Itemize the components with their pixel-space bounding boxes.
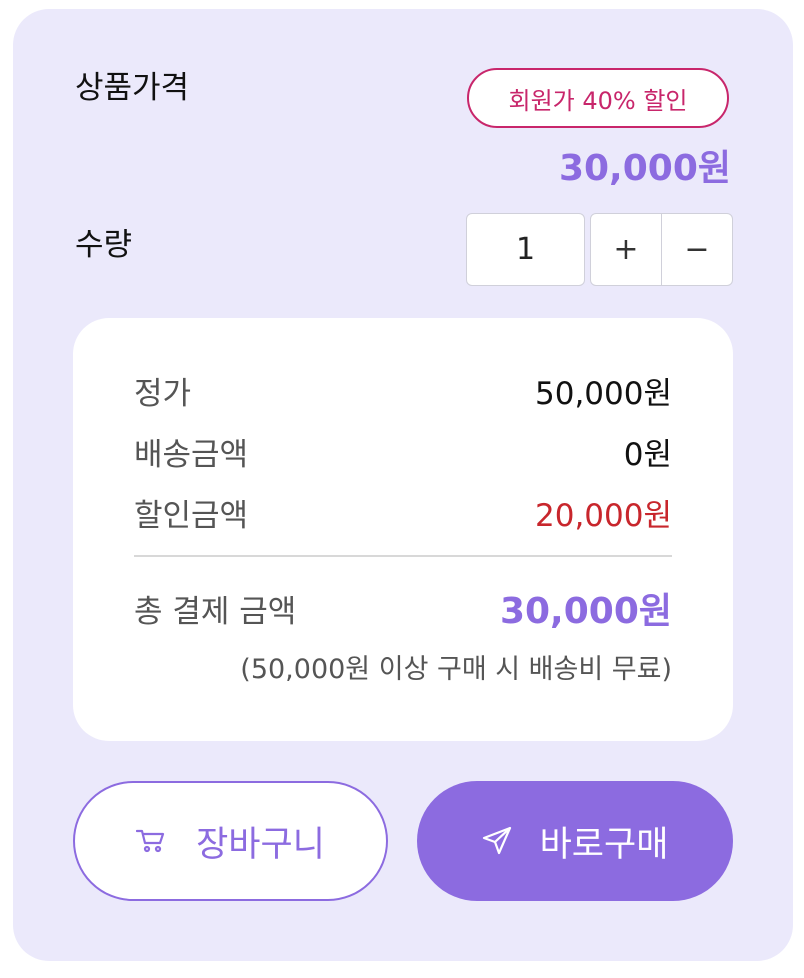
add-to-cart-button[interactable]: 장바구니 [73, 781, 388, 901]
summary-row-value: 50,000원 [535, 376, 672, 412]
product-price: 30,000원 [558, 148, 731, 189]
buy-now-label: 바로구매 [539, 824, 669, 865]
buy-now-button[interactable]: 바로구매 [417, 781, 733, 901]
free-shipping-note: (50,000원 이상 구매 시 배송비 무료) [240, 654, 672, 685]
summary-row-shipping: 배송금액 0원 [134, 429, 672, 473]
member-discount-badge: 회원가 40% 할인 [467, 68, 729, 128]
quantity-stepper: + − [590, 213, 733, 286]
quantity-decrease-button[interactable]: − [661, 214, 732, 285]
purchase-card: 상품가격 회원가 40% 할인 30,000원 수량 1 + − 정가 50,0… [13, 9, 793, 961]
send-icon [482, 826, 512, 856]
quantity-input[interactable]: 1 [466, 213, 585, 286]
quantity-label: 수량 [75, 227, 133, 263]
add-to-cart-label: 장바구니 [196, 824, 325, 865]
cart-icon [136, 828, 166, 854]
summary-row-label: 정가 [134, 376, 192, 412]
summary-row-value: 20,000원 [535, 498, 672, 534]
quantity-increase-button[interactable]: + [591, 214, 661, 285]
total-label: 총 결제 금액 [134, 594, 297, 630]
summary-row-label: 배송금액 [134, 437, 249, 473]
total-value: 30,000원 [499, 591, 672, 632]
summary-row-label: 할인금액 [134, 498, 249, 534]
summary-row-list-price: 정가 50,000원 [134, 368, 672, 412]
price-summary-panel: 정가 50,000원 배송금액 0원 할인금액 20,000원 총 결제 금액 … [73, 318, 733, 741]
summary-row-discount: 할인금액 20,000원 [134, 490, 672, 534]
summary-row-value: 0원 [623, 437, 672, 473]
summary-divider [134, 555, 672, 557]
price-label: 상품가격 [75, 70, 190, 106]
